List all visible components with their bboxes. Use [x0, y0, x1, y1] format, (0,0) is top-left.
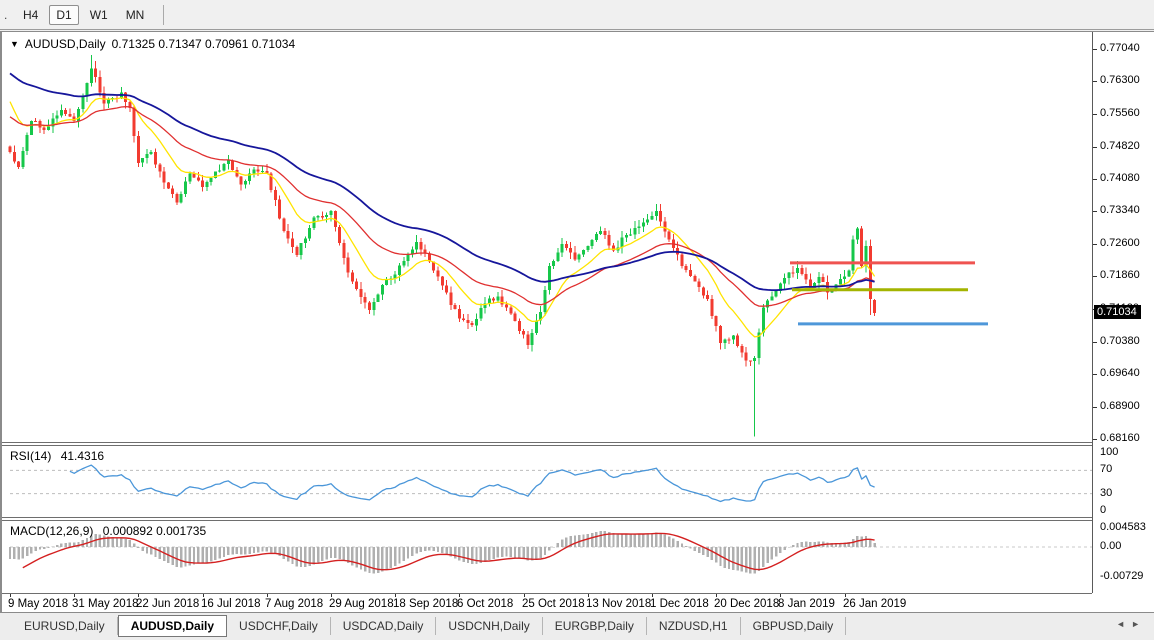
date-tick [780, 594, 781, 597]
chart-collapse-icon[interactable]: ▼ [10, 39, 19, 49]
rsi-name: RSI(14) [10, 449, 51, 463]
date-tick-label: 25 Oct 2018 [522, 598, 585, 610]
date-tick [203, 594, 204, 597]
date-tick-label: 18 Sep 2018 [393, 598, 458, 610]
rsi-pane[interactable]: RSI(14) 41.4316 [2, 446, 1092, 518]
price-tick-label: 0.75560 [1100, 107, 1140, 119]
rsi-tick-label: 70 [1100, 463, 1112, 475]
tab-usdcad-daily[interactable]: USDCAD,Daily [331, 617, 437, 635]
date-tick [459, 594, 460, 597]
fast-ma[interactable] [10, 98, 875, 337]
price-tick-label: 0.68160 [1100, 432, 1140, 444]
price-tick [1093, 407, 1097, 408]
rsi-tick-label: 30 [1100, 487, 1112, 499]
date-tick-label: 31 May 2018 [72, 598, 139, 610]
date-tick [331, 594, 332, 597]
rsi-tick-label: 0 [1100, 504, 1106, 516]
tab-audusd-daily[interactable]: AUDUSD,Daily [118, 615, 227, 637]
price-tick [1093, 81, 1097, 82]
macd-value: 0.000892 0.001735 [103, 524, 206, 538]
price-tick-label: 0.70380 [1100, 335, 1140, 347]
date-tick-label: 26 Jan 2019 [843, 598, 906, 610]
chart-tabs: EURUSD,Daily AUDUSD,Daily USDCHF,Daily U… [12, 615, 1114, 637]
price-tick-label: 0.68900 [1100, 400, 1140, 412]
chart-window: ▼ AUDUSD,Daily 0.71325 0.71347 0.70961 0… [0, 31, 1154, 612]
price-tick [1093, 211, 1097, 212]
rsi-value: 41.4316 [61, 449, 104, 463]
date-tick-label: 13 Nov 2018 [586, 598, 651, 610]
timeframe-w1-button[interactable]: W1 [83, 5, 115, 25]
date-tick [716, 594, 717, 597]
rsi-label: RSI(14) 41.4316 [10, 449, 110, 463]
date-tick [652, 594, 653, 597]
date-tick-label: 9 May 2018 [8, 598, 68, 610]
price-tick [1093, 179, 1097, 180]
timeframe-h4-button[interactable]: H4 [16, 5, 45, 25]
price-tick [1093, 342, 1097, 343]
date-tick-label: 6 Oct 2018 [457, 598, 513, 610]
date-tick [267, 594, 268, 597]
date-tick-label: 16 Jul 2018 [201, 598, 260, 610]
timeframe-toolbar: . H4 D1 W1 MN [0, 0, 1154, 30]
price-tick [1093, 147, 1097, 148]
macd-tick-label: 0.00 [1100, 540, 1121, 552]
date-tick [74, 594, 75, 597]
timeframe-d1-button[interactable]: D1 [49, 5, 78, 25]
price-tick [1093, 49, 1097, 50]
date-tick [10, 594, 11, 597]
price-tick-label: 0.77040 [1100, 42, 1140, 54]
trend-lines[interactable] [790, 263, 988, 324]
tab-scroll-right-icon[interactable]: ► [1131, 619, 1146, 629]
date-tick-label: 1 Dec 2018 [650, 598, 709, 610]
tab-eurgbp-daily[interactable]: EURGBP,Daily [543, 617, 647, 635]
tab-usdcnh-daily[interactable]: USDCNH,Daily [436, 617, 542, 635]
price-tick-label: 0.71860 [1100, 269, 1140, 281]
date-axis[interactable]: 9 May 2018 31 May 201822 Jun 201816 Jul 2… [2, 593, 1092, 613]
date-tick-label: 8 Jan 2019 [778, 598, 835, 610]
chart-title: ▼ AUDUSD,Daily 0.71325 0.71347 0.70961 0… [10, 37, 295, 51]
date-tick-label: 29 Aug 2018 [329, 598, 394, 610]
tab-gbpusd-daily[interactable]: GBPUSD,Daily [741, 617, 847, 635]
price-tick [1093, 244, 1097, 245]
macd-pane[interactable]: MACD(12,26,9) 0.000892 0.001735 [2, 521, 1092, 593]
price-tick [1093, 276, 1097, 277]
price-tick-label: 0.73340 [1100, 204, 1140, 216]
date-tick-label: 7 Aug 2018 [265, 598, 323, 610]
macd-name: MACD(12,26,9) [10, 524, 93, 538]
main-chart-pane[interactable]: ▼ AUDUSD,Daily 0.71325 0.71347 0.70961 0… [2, 32, 1092, 443]
toolbar-separator [163, 5, 164, 25]
tab-usdchf-daily[interactable]: USDCHF,Daily [227, 617, 331, 635]
chart-ohlc-values: 0.71325 0.71347 0.70961 0.71034 [112, 37, 296, 51]
macd-tick-label: 0.004583 [1100, 521, 1146, 533]
current-price-badge: 0.71034 [1094, 305, 1141, 319]
date-tick [138, 594, 139, 597]
chart-symbol-label: AUDUSD,Daily [25, 37, 106, 51]
date-tick [588, 594, 589, 597]
price-tick-label: 0.74820 [1100, 140, 1140, 152]
toolbar-clipped-button[interactable]: . [0, 8, 14, 22]
price-tick-label: 0.76300 [1100, 74, 1140, 86]
price-axis[interactable]: 0.77040 0.76300 0.75560 0.74820 0.74080 0.733… [1092, 32, 1154, 593]
price-tick [1093, 114, 1097, 115]
tab-scroll-arrows: ◄► [1116, 619, 1146, 629]
timeframe-mn-button[interactable]: MN [119, 5, 152, 25]
price-tick-label: 0.69640 [1100, 367, 1140, 379]
tab-nzdusd-h1[interactable]: NZDUSD,H1 [647, 617, 741, 635]
price-tick-label: 0.72600 [1100, 237, 1140, 249]
date-tick-label: 20 Dec 2018 [714, 598, 779, 610]
tab-eurusd-daily[interactable]: EURUSD,Daily [12, 617, 118, 635]
mt4-window: . H4 D1 W1 MN ▼ AUDUSD,Daily 0.71325 0.7… [0, 0, 1154, 640]
price-tick [1093, 374, 1097, 375]
date-tick-label: 22 Jun 2018 [136, 598, 199, 610]
date-tick [524, 594, 525, 597]
price-tick-label: 0.74080 [1100, 172, 1140, 184]
price-tick [1093, 439, 1097, 440]
macd-tick-label: -0.00729 [1100, 570, 1143, 582]
tab-scroll-left-icon[interactable]: ◄ [1116, 619, 1131, 629]
date-tick [395, 594, 396, 597]
macd-label: MACD(12,26,9) 0.000892 0.001735 [10, 524, 212, 538]
rsi-tick-label: 100 [1100, 446, 1118, 458]
chart-tab-bar: EURUSD,Daily AUDUSD,Daily USDCHF,Daily U… [0, 612, 1154, 640]
date-tick [845, 594, 846, 597]
